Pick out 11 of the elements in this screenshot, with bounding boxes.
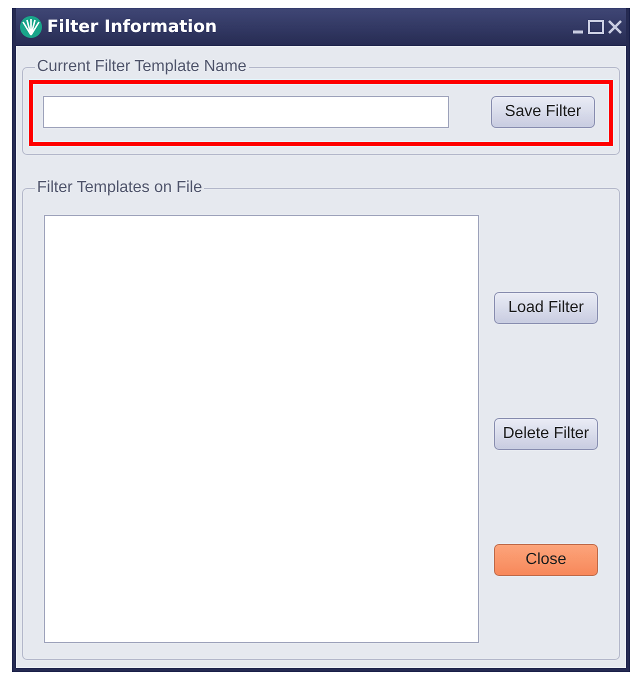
- filter-button[interactable]: Load Filter: [494, 292, 598, 324]
- filter-button[interactable]: Delete Filter: [494, 418, 598, 450]
- filter-button[interactable]: Close: [494, 544, 598, 576]
- group-legend: Filter Templates on File: [35, 179, 204, 197]
- template-name-field[interactable]: [43, 96, 449, 128]
- group-legend: Current Filter Template Name: [35, 58, 249, 76]
- close-icon[interactable]: [608, 20, 622, 34]
- window-title: Filter Information: [47, 17, 218, 37]
- maximize-icon[interactable]: [588, 20, 604, 34]
- save-button[interactable]: Save Filter: [491, 96, 595, 128]
- app-logo-icon: [19, 15, 43, 39]
